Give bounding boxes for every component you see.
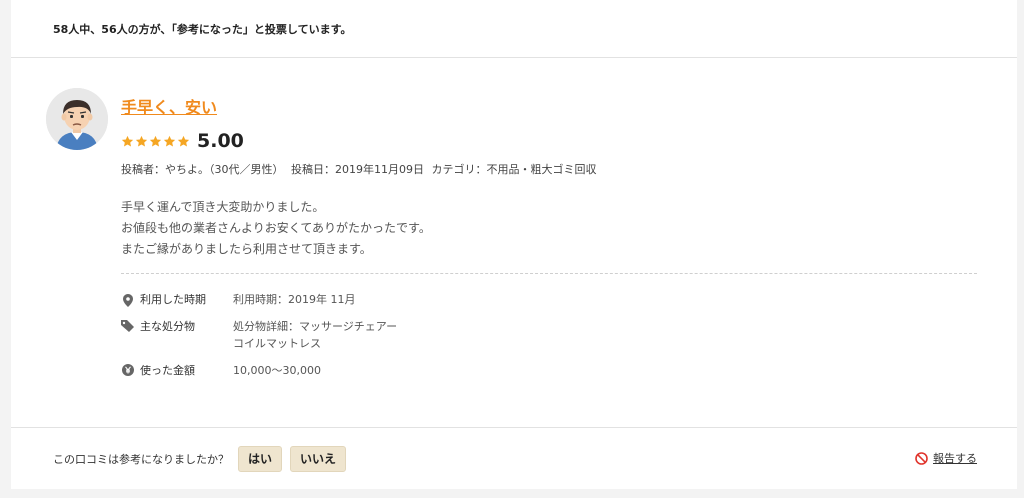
- rating-score: 5.00: [197, 130, 244, 152]
- review-title-link[interactable]: 手早く、安い: [121, 94, 217, 118]
- yen-icon: [121, 363, 134, 377]
- detail-label: 使った金額: [140, 364, 195, 377]
- star-rating: [121, 135, 190, 148]
- yes-button[interactable]: はい: [238, 445, 283, 472]
- tag-icon: [121, 319, 134, 333]
- review-body: 手早く、安い 5.00 投稿者：やちよ。（30代／男性） 投稿日：2019年11…: [11, 58, 1017, 426]
- user-avatar-icon: [46, 88, 108, 150]
- review-meta: 投稿者：やちよ。（30代／男性） 投稿日：2019年11月09日 カテゴリ：不用…: [121, 161, 977, 177]
- star-icon: [135, 135, 148, 147]
- vote-summary: 58人中、56人の方が、「参考になった」と投票しています。: [11, 0, 1017, 58]
- detail-row-period: 利用した時期 利用時期：2019年 11月: [121, 292, 977, 308]
- review-footer: この口コミは参考になりましたか？ はい いいえ 報告する: [11, 427, 1017, 489]
- review-text-line: またご縁がありましたら利用させて頂きます。: [121, 242, 372, 256]
- avatar: [46, 88, 108, 150]
- star-icon: [121, 135, 134, 147]
- star-icon: [163, 135, 176, 147]
- dashed-divider: [121, 273, 977, 274]
- report-label: 報告する: [933, 452, 977, 465]
- prohibited-icon: [915, 451, 928, 465]
- review-text-line: お値段も他の業者さんよりお安くてありがたかったです。: [121, 221, 431, 235]
- detail-row-amount: 使った金額 10,000〜30,000: [121, 362, 977, 379]
- meta-author: 投稿者：やちよ。（30代／男性）: [121, 163, 284, 176]
- detail-value: 処分物詳細：マッサージチェアー: [233, 320, 398, 333]
- no-button[interactable]: いいえ: [290, 445, 347, 472]
- rating-row: 5.00: [121, 130, 977, 152]
- helpful-question: この口コミは参考になりましたか？: [53, 452, 229, 466]
- location-pin-icon: [121, 293, 134, 307]
- detail-label: 主な処分物: [140, 320, 195, 333]
- review-card: 58人中、56人の方が、「参考になった」と投票しています。 手早く、安い 5.0…: [11, 0, 1017, 489]
- star-icon: [149, 135, 162, 147]
- review-content: 手早く、安い 5.00 投稿者：やちよ。（30代／男性） 投稿日：2019年11…: [121, 94, 977, 389]
- detail-label: 利用した時期: [140, 293, 206, 306]
- detail-value: 10,000〜30,000: [233, 364, 321, 377]
- detail-value: 利用時期：2019年 11月: [233, 293, 356, 306]
- review-text-line: 手早く運んで頂き大変助かりました。: [121, 200, 325, 214]
- detail-value: コイルマットレス: [233, 337, 321, 350]
- meta-category: カテゴリ：不用品・粗大ゴミ回収: [431, 163, 597, 176]
- star-icon: [177, 135, 190, 147]
- detail-row-items: 主な処分物 処分物詳細：マッサージチェアー コイルマットレス: [121, 318, 977, 352]
- report-link[interactable]: 報告する: [915, 450, 977, 466]
- review-details: 利用した時期 利用時期：2019年 11月 主な処分物 処分物詳細：マッサージチ…: [121, 292, 977, 379]
- review-text: 手早く運んで頂き大変助かりました。 お値段も他の業者さんよりお安くてありがたかっ…: [121, 197, 977, 260]
- meta-date: 投稿日：2019年11月09日: [291, 163, 424, 176]
